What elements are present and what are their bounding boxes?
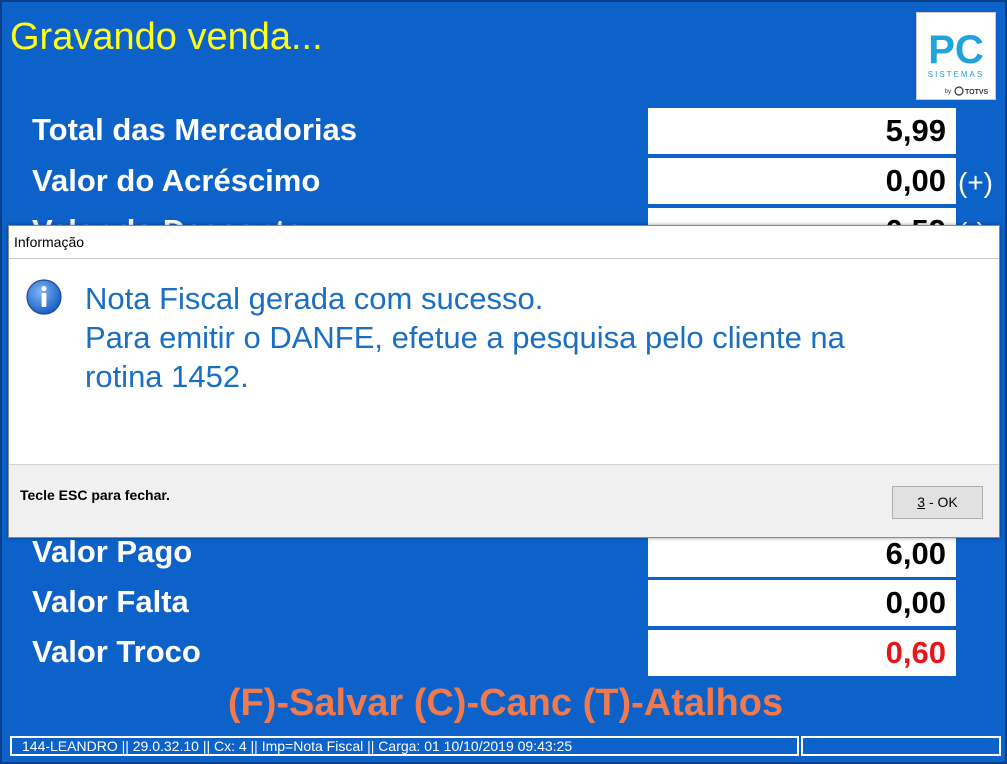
ok-button[interactable]: 3 - OK [892, 486, 983, 519]
valor-falta-value: 0,00 [648, 580, 956, 626]
info-dialog: Informação Nota Fiscal gerada com sucess… [8, 225, 1000, 538]
dialog-body: Nota Fiscal gerada com sucesso. Para emi… [9, 259, 999, 464]
ok-label: - OK [925, 494, 958, 510]
valor-acrescimo-label: Valor do Acréscimo [32, 163, 321, 198]
dialog-message: Nota Fiscal gerada com sucesso. Para emi… [85, 279, 845, 396]
logo-main-text: PC [928, 28, 984, 72]
logo-by-text: by [945, 89, 951, 95]
valor-troco-value: 0,60 [648, 630, 956, 676]
ok-key: 3 [917, 494, 926, 510]
acrescimo-sign: (+) [958, 167, 993, 198]
status-bar-panel [801, 736, 1001, 756]
window-title: Gravando venda... [10, 16, 323, 58]
info-icon [26, 279, 62, 315]
message-line-2: Para emitir o DANFE, efetue a pesquisa p… [85, 320, 845, 355]
shortcut-keys: (F)-Salvar (C)-Canc (T)-Atalhos [227, 682, 784, 724]
logo-sub-text: SISTEMAS [928, 70, 984, 79]
valor-troco-label: Valor Troco [32, 634, 201, 669]
logo-brand-text: TOTVS [965, 89, 989, 96]
message-line-3: rotina 1452. [85, 359, 249, 394]
pc-logo-graphic: PC SISTEMAS by TOTVS [928, 28, 989, 96]
total-mercadorias-label: Total das Mercadorias [32, 112, 358, 147]
dialog-hint: Tecle ESC para fechar. [20, 487, 170, 503]
pc-sistemas-logo: PC SISTEMAS by TOTVS [916, 12, 996, 100]
message-line-1: Nota Fiscal gerada com sucesso. [85, 281, 544, 316]
valor-falta-label: Valor Falta [32, 584, 189, 619]
dialog-title: Informação [14, 234, 85, 250]
total-mercadorias-value: 5,99 [648, 108, 956, 154]
dialog-footer: Tecle ESC para fechar. 3 - OK [9, 464, 999, 537]
dialog-titlebar[interactable]: Informação [9, 226, 999, 259]
valor-acrescimo-value: 0,00 [648, 158, 956, 204]
status-bar: 144-LEANDRO || 29.0.32.10 || Cx: 4 || Im… [10, 736, 799, 756]
valor-pago-label: Valor Pago [32, 534, 193, 569]
